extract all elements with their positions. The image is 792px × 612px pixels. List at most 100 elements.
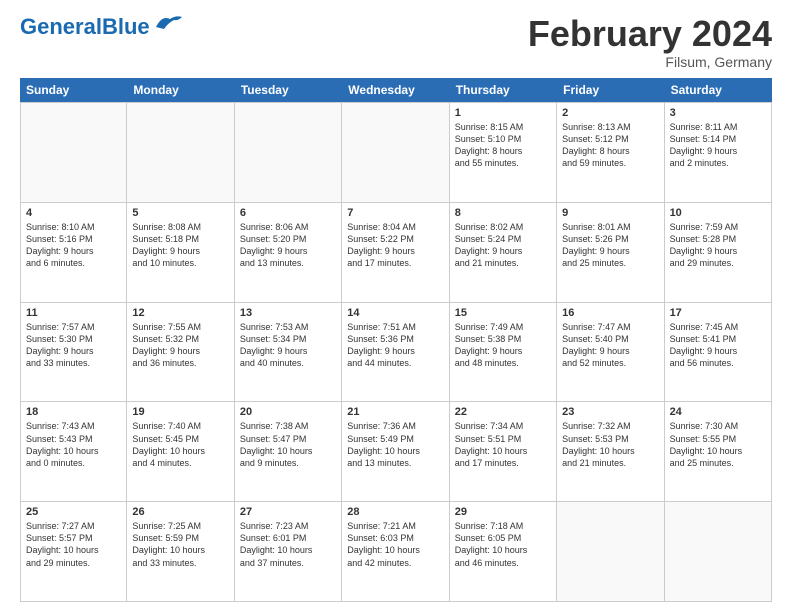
day-number: 19 [132, 406, 228, 418]
day-info: Sunrise: 7:47 AM Sunset: 5:40 PM Dayligh… [562, 321, 658, 370]
day-info: Sunrise: 7:40 AM Sunset: 5:45 PM Dayligh… [132, 420, 228, 469]
day-number: 1 [455, 107, 551, 119]
day-number: 20 [240, 406, 336, 418]
day-number: 27 [240, 506, 336, 518]
day-info: Sunrise: 7:30 AM Sunset: 5:55 PM Dayligh… [670, 420, 766, 469]
day-cell-1: 1Sunrise: 8:15 AM Sunset: 5:10 PM Daylig… [450, 103, 557, 202]
day-number: 5 [132, 207, 228, 219]
day-cell-20: 20 Sunrise: 7:38 AM Sunset: 5:47 PM Dayli… [235, 402, 342, 501]
calendar-row-2: 4Sunrise: 8:10 AM Sunset: 5:16 PM Daylig… [20, 203, 772, 303]
month-title: February 2024 [528, 16, 772, 52]
calendar-row-3: 11 Sunrise: 7:57 AM Sunset: 5:30 PM Dayli… [20, 303, 772, 403]
empty-cell [557, 502, 664, 601]
day-info: Sunrise: 7:57 AM Sunset: 5:30 PM Dayligh… [26, 321, 121, 370]
header-day-friday: Friday [557, 78, 664, 102]
location: Filsum, Germany [528, 54, 772, 70]
day-cell-29: 29Sunrise: 7:18 AM Sunset: 6:05 PM Dayli… [450, 502, 557, 601]
page: GeneralBlue February 2024 Filsum, German… [0, 0, 792, 612]
header-day-tuesday: Tuesday [235, 78, 342, 102]
day-cell-16: 16Sunrise: 7:47 AM Sunset: 5:40 PM Dayli… [557, 303, 664, 402]
day-number: 12 [132, 307, 228, 319]
header: GeneralBlue February 2024 Filsum, German… [20, 16, 772, 70]
logo-general: General [20, 14, 102, 39]
day-number: 10 [670, 207, 766, 219]
logo: GeneralBlue [20, 16, 184, 38]
day-info: Sunrise: 7:53 AM Sunset: 5:34 PM Dayligh… [240, 321, 336, 370]
header-day-wednesday: Wednesday [342, 78, 449, 102]
day-cell-6: 6 Sunrise: 8:06 AM Sunset: 5:20 PM Daylig… [235, 203, 342, 302]
header-day-monday: Monday [127, 78, 234, 102]
day-info: Sunrise: 7:36 AM Sunset: 5:49 PM Dayligh… [347, 420, 443, 469]
day-cell-7: 7 Sunrise: 8:04 AM Sunset: 5:22 PM Daylig… [342, 203, 449, 302]
day-number: 3 [670, 107, 766, 119]
day-info: Sunrise: 7:38 AM Sunset: 5:47 PM Dayligh… [240, 420, 336, 469]
day-number: 4 [26, 207, 121, 219]
day-number: 17 [670, 307, 766, 319]
day-info: Sunrise: 7:25 AM Sunset: 5:59 PM Dayligh… [132, 520, 228, 569]
empty-cell [20, 103, 127, 202]
day-info: Sunrise: 8:06 AM Sunset: 5:20 PM Dayligh… [240, 221, 336, 270]
day-cell-28: 28 Sunrise: 7:21 AM Sunset: 6:03 PM Dayli… [342, 502, 449, 601]
day-cell-24: 24 Sunrise: 7:30 AM Sunset: 5:55 PM Dayli… [665, 402, 772, 501]
day-info: Sunrise: 8:08 AM Sunset: 5:18 PM Dayligh… [132, 221, 228, 270]
day-number: 13 [240, 307, 336, 319]
day-number: 25 [26, 506, 121, 518]
day-number: 29 [455, 506, 551, 518]
day-number: 24 [670, 406, 766, 418]
logo-text: GeneralBlue [20, 16, 150, 38]
day-number: 22 [455, 406, 551, 418]
calendar-row-5: 25 Sunrise: 7:27 AM Sunset: 5:57 PM Dayli… [20, 502, 772, 602]
day-cell-21: 21Sunrise: 7:36 AM Sunset: 5:49 PM Dayli… [342, 402, 449, 501]
day-number: 2 [562, 107, 658, 119]
day-info: Sunrise: 7:49 AM Sunset: 5:38 PM Dayligh… [455, 321, 551, 370]
day-cell-2: 2 Sunrise: 8:13 AM Sunset: 5:12 PM Daylig… [557, 103, 664, 202]
day-number: 6 [240, 207, 336, 219]
day-number: 26 [132, 506, 228, 518]
day-number: 18 [26, 406, 121, 418]
day-cell-19: 19 Sunrise: 7:40 AM Sunset: 5:45 PM Dayli… [127, 402, 234, 501]
calendar-body: 1Sunrise: 8:15 AM Sunset: 5:10 PM Daylig… [20, 102, 772, 602]
day-number: 15 [455, 307, 551, 319]
day-number: 11 [26, 307, 121, 319]
day-info: Sunrise: 7:51 AM Sunset: 5:36 PM Dayligh… [347, 321, 443, 370]
day-cell-25: 25 Sunrise: 7:27 AM Sunset: 5:57 PM Dayli… [20, 502, 127, 601]
day-info: Sunrise: 7:32 AM Sunset: 5:53 PM Dayligh… [562, 420, 658, 469]
day-cell-4: 4Sunrise: 8:10 AM Sunset: 5:16 PM Daylig… [20, 203, 127, 302]
day-cell-10: 10 Sunrise: 7:59 AM Sunset: 5:28 PM Dayli… [665, 203, 772, 302]
calendar-header: SundayMondayTuesdayWednesdayThursdayFrid… [20, 78, 772, 102]
logo-bird-icon [154, 13, 184, 33]
calendar-row-1: 1Sunrise: 8:15 AM Sunset: 5:10 PM Daylig… [20, 102, 772, 203]
day-cell-22: 22Sunrise: 7:34 AM Sunset: 5:51 PM Dayli… [450, 402, 557, 501]
day-cell-3: 3 Sunrise: 8:11 AM Sunset: 5:14 PM Daylig… [665, 103, 772, 202]
day-cell-5: 5 Sunrise: 8:08 AM Sunset: 5:18 PM Daylig… [127, 203, 234, 302]
day-cell-12: 12Sunrise: 7:55 AM Sunset: 5:32 PM Dayli… [127, 303, 234, 402]
day-info: Sunrise: 8:13 AM Sunset: 5:12 PM Dayligh… [562, 121, 658, 170]
day-number: 28 [347, 506, 443, 518]
day-info: Sunrise: 8:04 AM Sunset: 5:22 PM Dayligh… [347, 221, 443, 270]
empty-cell [342, 103, 449, 202]
header-day-thursday: Thursday [450, 78, 557, 102]
logo-blue: Blue [102, 14, 150, 39]
day-cell-15: 15 Sunrise: 7:49 AM Sunset: 5:38 PM Dayli… [450, 303, 557, 402]
empty-cell [235, 103, 342, 202]
empty-cell [665, 502, 772, 601]
day-cell-8: 8Sunrise: 8:02 AM Sunset: 5:24 PM Daylig… [450, 203, 557, 302]
day-number: 7 [347, 207, 443, 219]
day-number: 14 [347, 307, 443, 319]
empty-cell [127, 103, 234, 202]
day-info: Sunrise: 7:45 AM Sunset: 5:41 PM Dayligh… [670, 321, 766, 370]
calendar: SundayMondayTuesdayWednesdayThursdayFrid… [20, 78, 772, 602]
day-cell-23: 23Sunrise: 7:32 AM Sunset: 5:53 PM Dayli… [557, 402, 664, 501]
day-info: Sunrise: 7:59 AM Sunset: 5:28 PM Dayligh… [670, 221, 766, 270]
day-cell-26: 26 Sunrise: 7:25 AM Sunset: 5:59 PM Dayli… [127, 502, 234, 601]
day-info: Sunrise: 7:23 AM Sunset: 6:01 PM Dayligh… [240, 520, 336, 569]
day-info: Sunrise: 8:11 AM Sunset: 5:14 PM Dayligh… [670, 121, 766, 170]
day-info: Sunrise: 7:21 AM Sunset: 6:03 PM Dayligh… [347, 520, 443, 569]
title-block: February 2024 Filsum, Germany [528, 16, 772, 70]
day-cell-17: 17 Sunrise: 7:45 AM Sunset: 5:41 PM Dayli… [665, 303, 772, 402]
day-cell-9: 9Sunrise: 8:01 AM Sunset: 5:26 PM Daylig… [557, 203, 664, 302]
day-info: Sunrise: 7:43 AM Sunset: 5:43 PM Dayligh… [26, 420, 121, 469]
calendar-row-4: 18 Sunrise: 7:43 AM Sunset: 5:43 PM Dayli… [20, 402, 772, 502]
day-info: Sunrise: 7:27 AM Sunset: 5:57 PM Dayligh… [26, 520, 121, 569]
day-info: Sunrise: 8:01 AM Sunset: 5:26 PM Dayligh… [562, 221, 658, 270]
